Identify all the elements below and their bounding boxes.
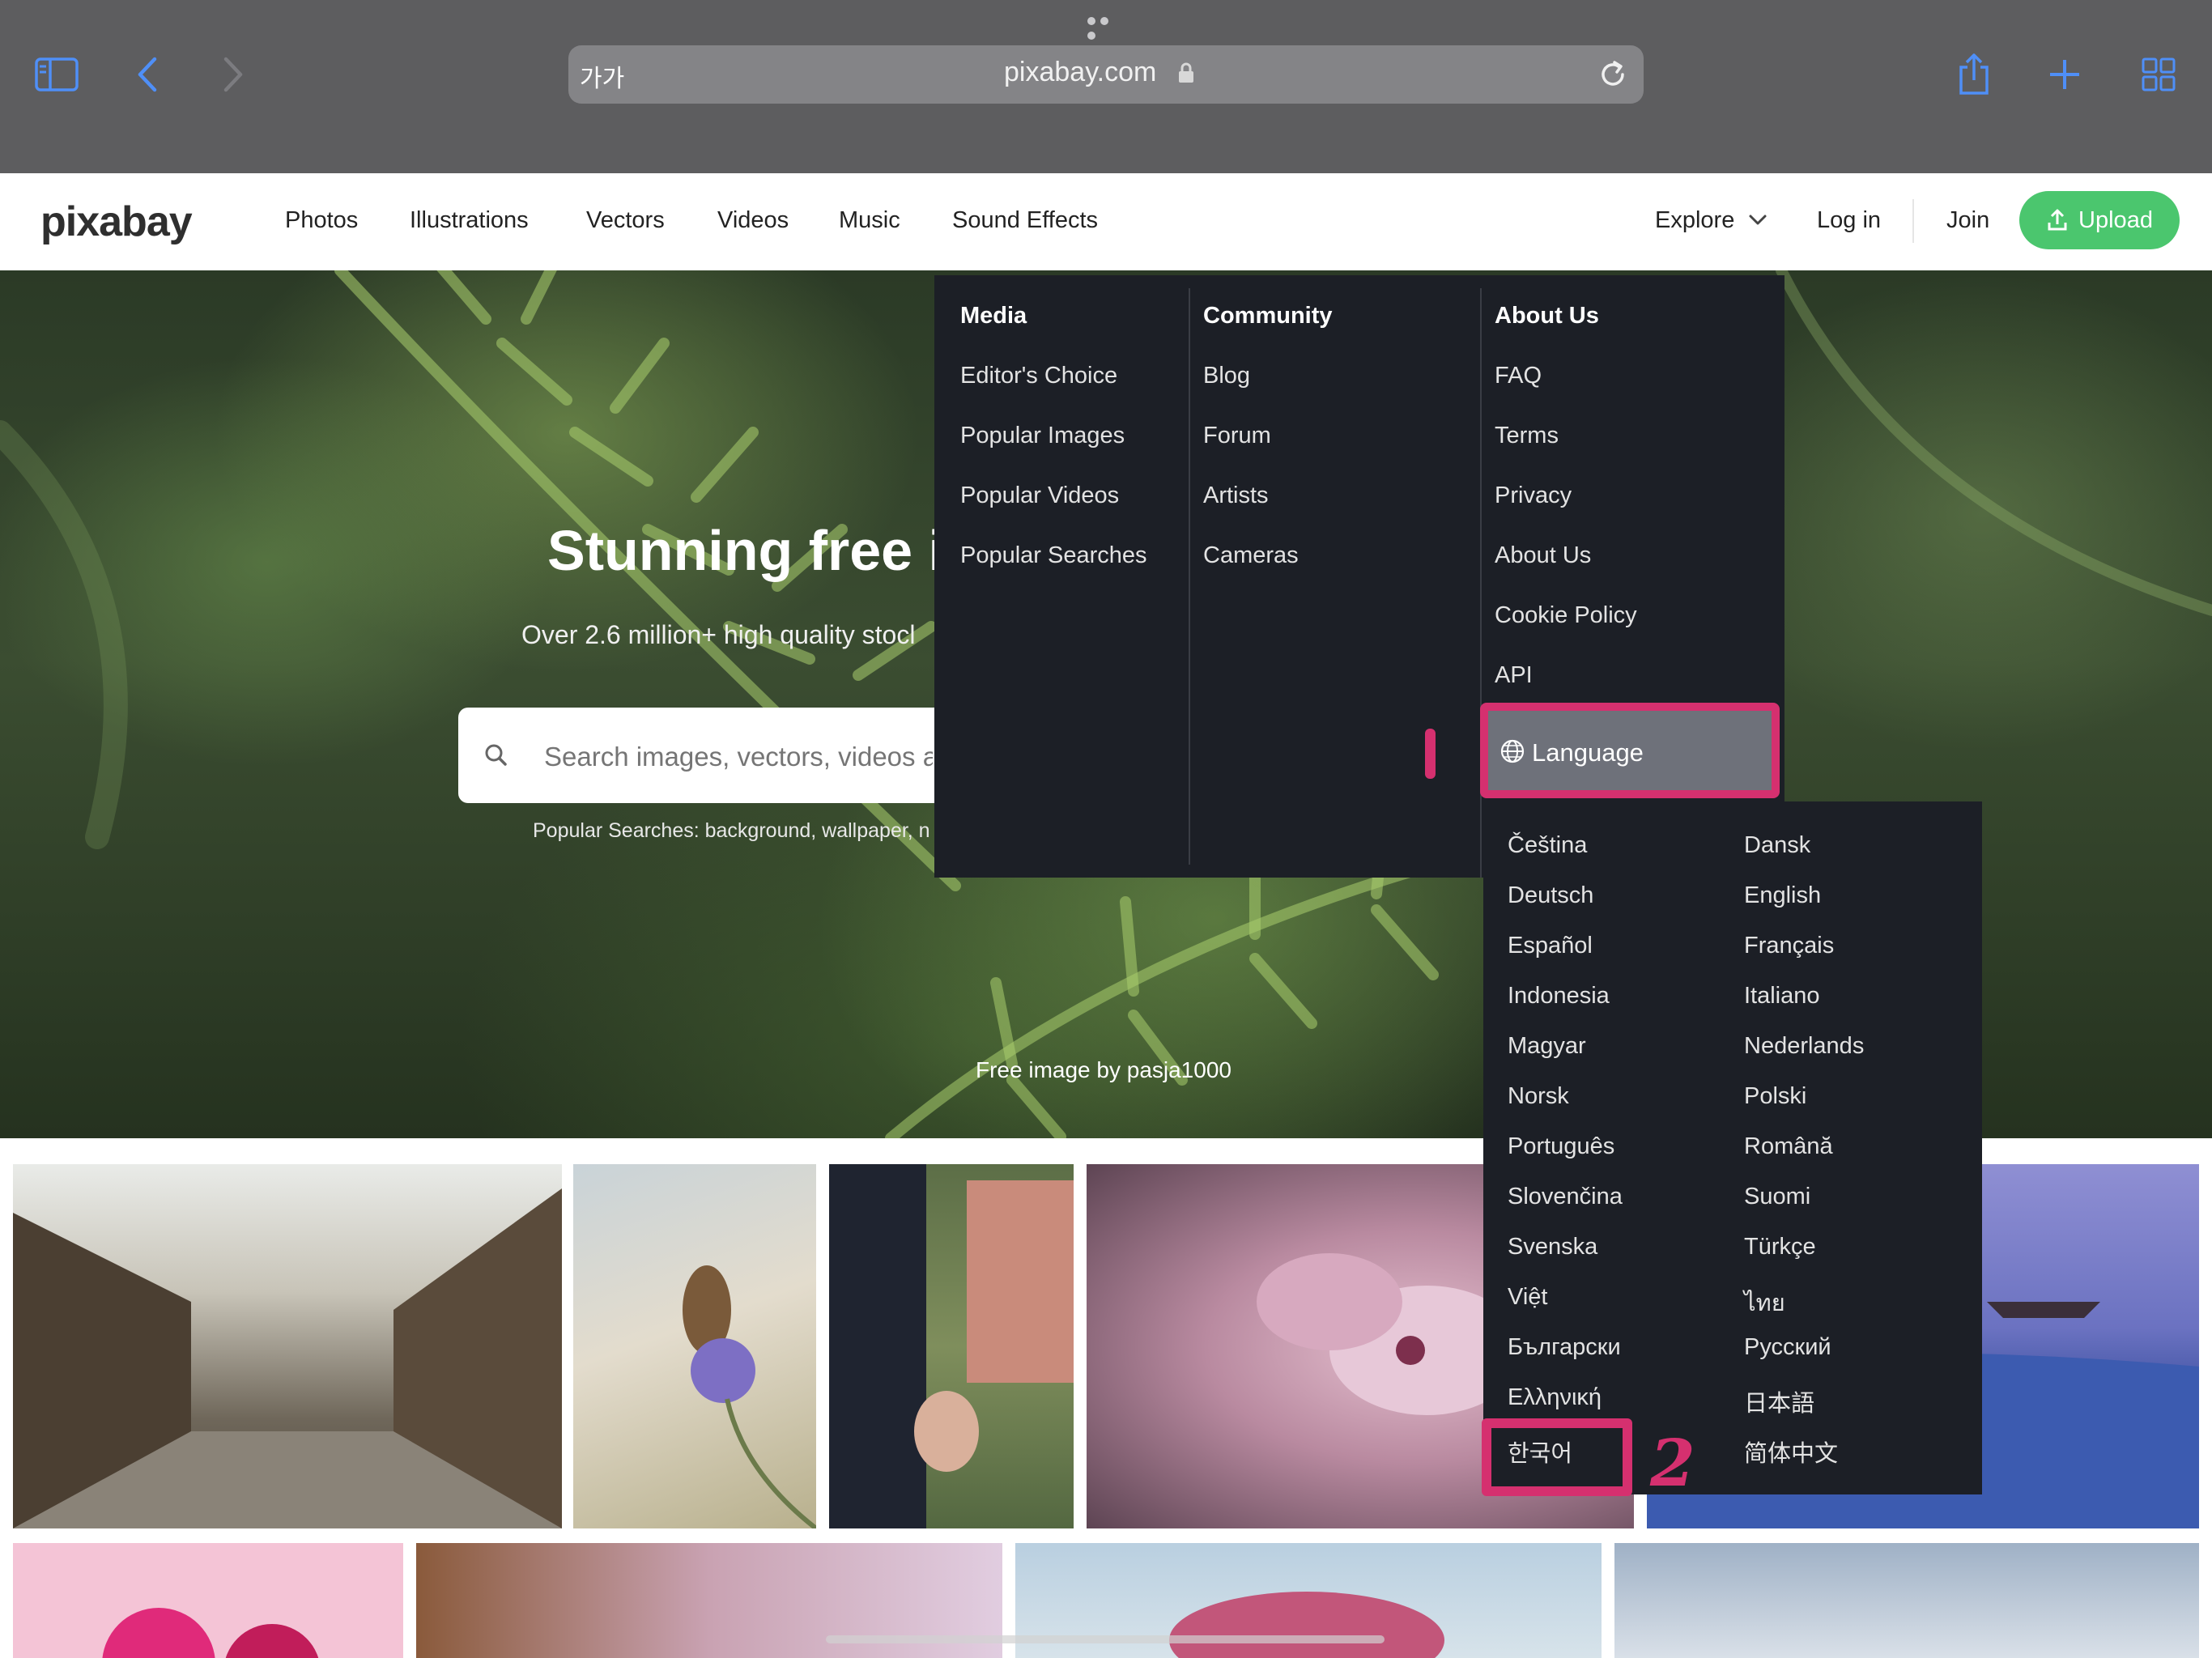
menu-item-popular-searches[interactable]: Popular Searches [960,542,1147,569]
menu-item-editors-choice[interactable]: Editor's Choice [960,363,1117,389]
login-link[interactable]: Log in [1817,207,1881,234]
upload-label: Upload [2078,206,2153,233]
nav-divider [1912,199,1914,243]
upload-button[interactable]: Upload [2019,191,2180,249]
forward-icon[interactable] [209,50,257,99]
share-icon[interactable] [1950,50,1998,99]
gallery-photo-holding-hands[interactable] [829,1164,1074,1528]
language-option[interactable]: Română [1744,1133,1833,1160]
annotation-step-2: 2 [1650,1425,1695,1501]
menu-item-privacy[interactable]: Privacy [1495,483,1572,509]
explore-menu-button[interactable]: Explore [1655,207,1734,234]
menu-item-artists[interactable]: Artists [1203,483,1269,509]
hero-title: Stunning free i [547,519,936,582]
upload-icon [2048,209,2067,231]
search-input[interactable] [544,742,933,772]
search-icon [483,742,510,773]
menu-heading-about-us: About Us [1495,303,1599,329]
menu-item-popular-images[interactable]: Popular Images [960,423,1125,449]
language-option[interactable]: Svenska [1508,1234,1597,1261]
join-link[interactable]: Join [1946,207,1989,234]
gallery-photo-pink-graphic[interactable] [13,1543,403,1658]
language-option[interactable]: Türkçe [1744,1234,1816,1261]
menu-item-terms[interactable]: Terms [1495,423,1559,449]
language-option[interactable]: Français [1744,933,1834,959]
nav-photos[interactable]: Photos [285,207,358,234]
menu-item-about-us[interactable]: About Us [1495,542,1591,569]
language-option[interactable]: Suomi [1744,1184,1810,1210]
chevron-down-icon[interactable] [1747,212,1768,232]
language-option[interactable]: ไทย [1744,1284,1785,1321]
language-option[interactable]: 简体中文 [1744,1435,1838,1469]
korean-highlight-box [1482,1418,1632,1496]
language-option[interactable]: Български [1508,1334,1621,1361]
nav-vectors[interactable]: Vectors [586,207,665,234]
lock-icon [1177,62,1195,88]
menu-heading-community: Community [1203,303,1333,329]
language-label[interactable]: Language [1532,738,1644,767]
language-option[interactable]: Slovenčina [1508,1184,1623,1210]
back-icon[interactable] [123,50,172,99]
image-credit-link[interactable]: Free image by pasja1000 [976,1057,1231,1083]
menu-item-popular-videos[interactable]: Popular Videos [960,483,1119,509]
annotation-step-1 [1425,729,1436,779]
multitasking-dots-icon[interactable] [1087,15,1125,40]
menu-item-forum[interactable]: Forum [1203,423,1271,449]
language-option[interactable]: Português [1508,1133,1614,1160]
sidebar-icon[interactable] [32,50,81,99]
globe-icon [1499,738,1525,768]
gallery-photo-butterfly[interactable] [573,1164,816,1528]
language-option[interactable]: Magyar [1508,1033,1586,1060]
gallery-photo-sky[interactable] [1614,1543,2199,1658]
language-option[interactable]: Deutsch [1508,882,1593,909]
language-option[interactable]: English [1744,882,1821,909]
language-option[interactable]: Ελληνική [1508,1384,1602,1411]
language-option[interactable]: Русский [1744,1334,1831,1361]
language-option[interactable]: Indonesia [1508,983,1610,1010]
nav-illustrations[interactable]: Illustrations [410,207,529,234]
language-option[interactable]: Dansk [1744,832,1810,859]
nav-music[interactable]: Music [839,207,900,234]
url-text[interactable]: pixabay.com [1004,57,1156,88]
nav-sound-effects[interactable]: Sound Effects [952,207,1098,234]
language-option[interactable]: Čeština [1508,832,1587,859]
new-tab-icon[interactable] [2040,50,2089,99]
nav-videos[interactable]: Videos [717,207,789,234]
hero-subtitle: Over 2.6 million+ high quality stocl [521,620,916,649]
language-submenu: Čeština Deutsch Español Indonesia Magyar… [1483,801,1982,1494]
language-option[interactable]: 日本語 [1744,1384,1814,1418]
reload-icon[interactable] [1597,58,1629,95]
language-option[interactable]: Norsk [1508,1083,1569,1110]
language-option[interactable]: Việt [1508,1284,1547,1311]
language-option[interactable]: Nederlands [1744,1033,1864,1060]
menu-item-cameras[interactable]: Cameras [1203,542,1299,569]
menu-item-blog[interactable]: Blog [1203,363,1250,389]
menu-heading-media: Media [960,303,1027,329]
language-option[interactable]: Polski [1744,1083,1806,1110]
popular-searches: Popular Searches: background, wallpaper,… [533,819,930,842]
menu-item-faq[interactable]: FAQ [1495,363,1542,389]
menu-divider [1189,288,1190,865]
scroll-indicator[interactable] [826,1635,1385,1643]
menu-item-cookie-policy[interactable]: Cookie Policy [1495,602,1637,629]
menu-item-api[interactable]: API [1495,662,1533,689]
reader-text-size-button[interactable]: 가가 [580,58,624,94]
language-option[interactable]: Español [1508,933,1593,959]
pixabay-logo[interactable]: pixabay [40,198,193,246]
gallery-photo-street[interactable] [13,1164,562,1528]
language-option[interactable]: Italiano [1744,983,1820,1010]
tabs-icon[interactable] [2134,50,2183,99]
